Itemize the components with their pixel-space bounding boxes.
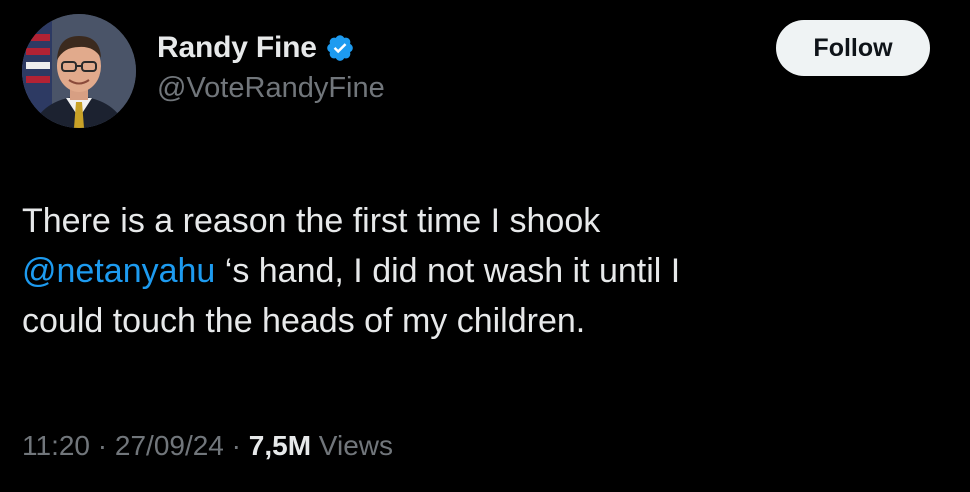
tweet-line-2-text: ‘s hand, I did not wash it until I (215, 252, 681, 290)
views-label: Views (311, 430, 393, 461)
tweet-meta: 11:20 · 27/09/24 · 7,5M Views (22, 430, 393, 462)
tweet-line-3: could touch the heads of my children. (22, 302, 586, 340)
mention-link[interactable]: @netanyahu (22, 252, 215, 290)
display-name[interactable]: Randy Fine (157, 31, 317, 65)
author-info: Randy Fine @VoteRandyFine (157, 28, 385, 105)
name-row: Randy Fine (157, 28, 385, 68)
verified-badge-icon (325, 33, 355, 63)
profile-photo-icon (22, 14, 136, 128)
tweet-line-1: There is a reason the first time I shook (22, 202, 601, 240)
tweet-date[interactable]: 27/09/24 (115, 430, 224, 461)
tweet-text: There is a reason the first time I shook… (22, 196, 942, 346)
tweet-time[interactable]: 11:20 (22, 430, 90, 461)
avatar[interactable] (22, 14, 136, 128)
tweet-line-2: @netanyahu ‘s hand, I did not wash it un… (22, 246, 942, 296)
views-count[interactable]: 7,5M (249, 430, 311, 461)
follow-button[interactable]: Follow (776, 20, 930, 76)
meta-separator: · (223, 430, 249, 461)
tweet-card: Randy Fine @VoteRandyFine Follow There i… (0, 0, 970, 492)
user-handle[interactable]: @VoteRandyFine (157, 72, 385, 105)
meta-separator: · (90, 430, 115, 461)
